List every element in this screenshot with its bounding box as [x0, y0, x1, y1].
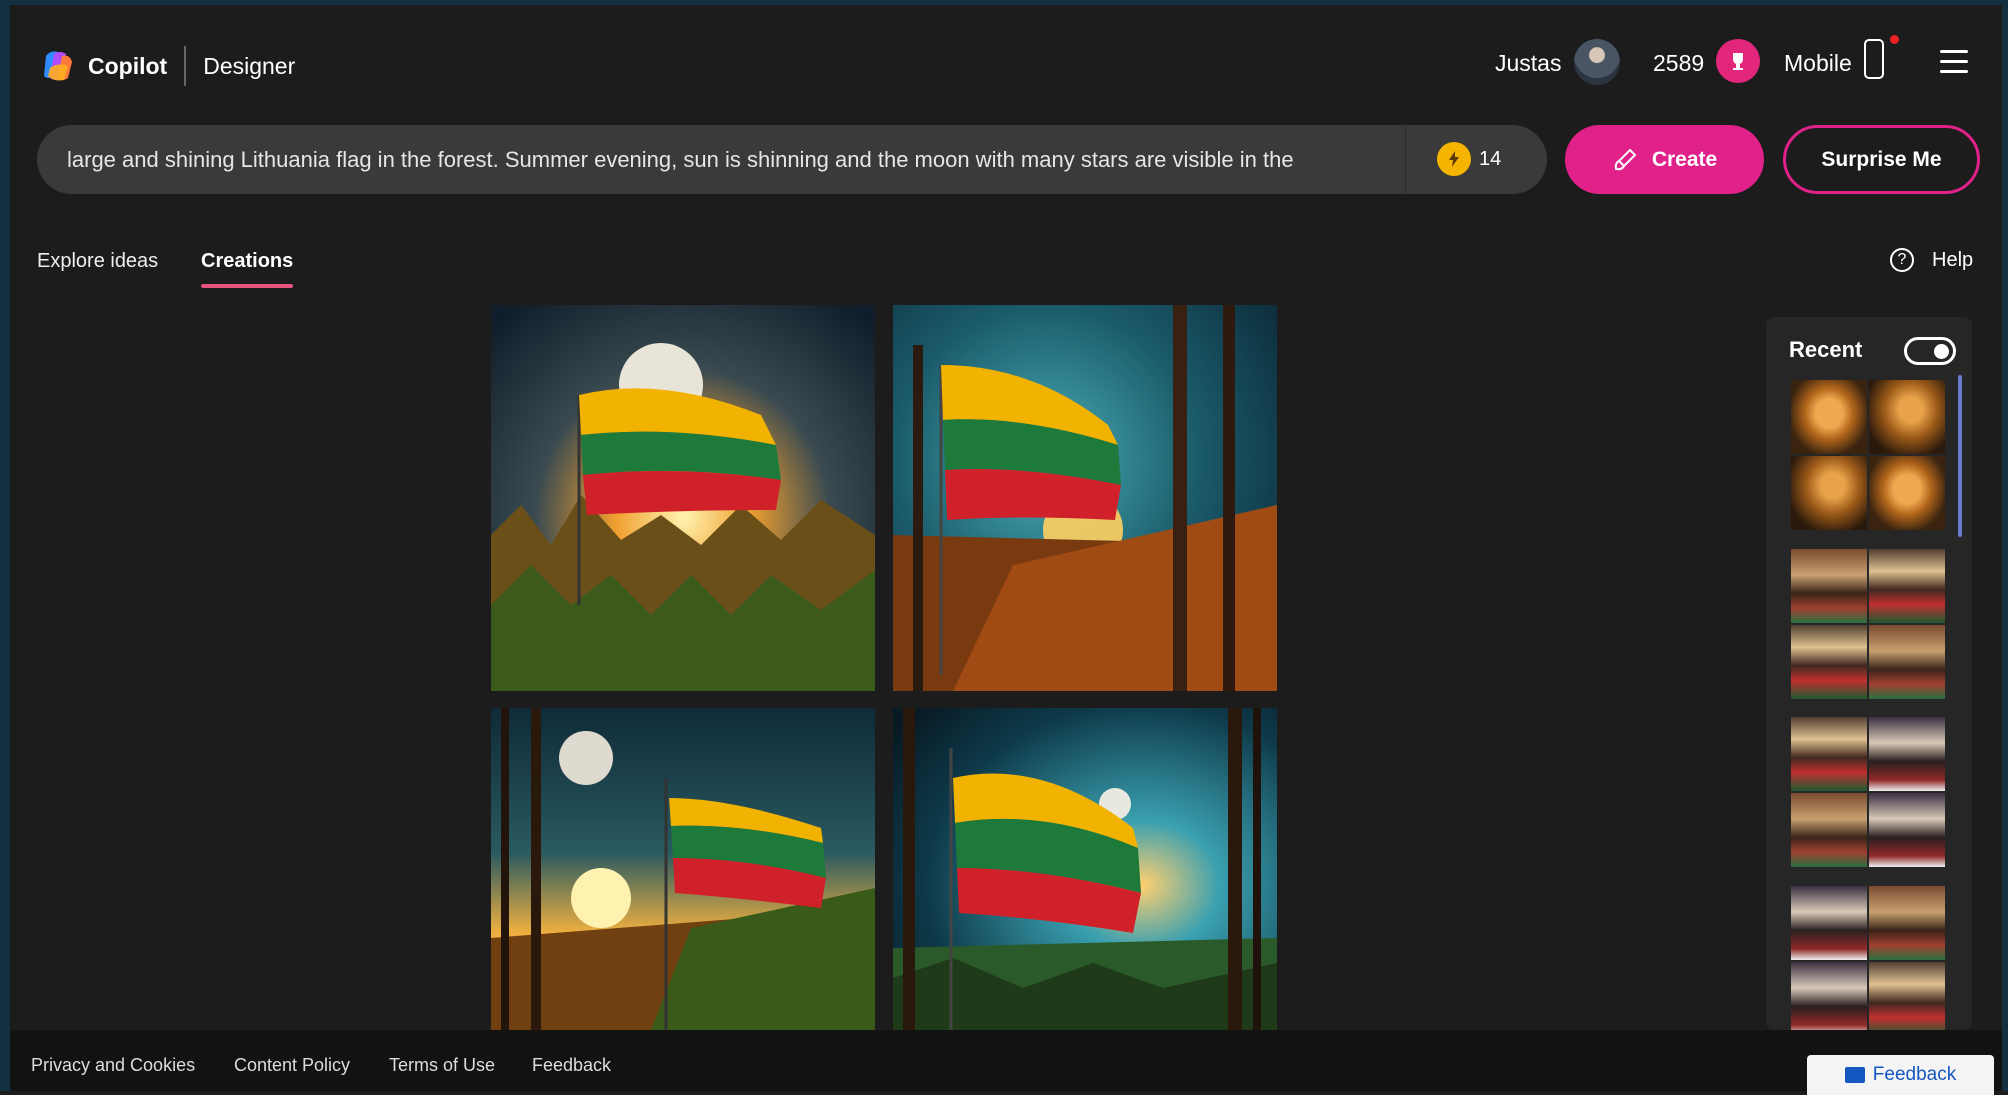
product-name: Designer [203, 52, 296, 79]
window-frame-top [0, 0, 2008, 5]
tab-explore-ideas[interactable]: Explore ideas [37, 250, 158, 273]
content-policy-link[interactable]: Content Policy [234, 1055, 350, 1076]
recent-creation-3[interactable] [1791, 717, 1945, 867]
feedback-button-label: Feedback [1872, 1064, 1957, 1085]
reward-points[interactable]: 2589 [1653, 50, 1704, 77]
window-frame-right [2002, 0, 2008, 1091]
help-link[interactable]: ? Help [1890, 248, 1973, 272]
recent-creation-2[interactable] [1791, 549, 1945, 699]
recent-thumbnail [1791, 962, 1867, 1030]
active-tab-indicator [201, 284, 293, 288]
recent-toggle[interactable] [1904, 337, 1956, 365]
feedback-button[interactable]: Feedback [1807, 1055, 1994, 1095]
recent-creation-1[interactable] [1791, 380, 1945, 530]
mobile-link[interactable]: Mobile [1784, 50, 1852, 77]
generated-image-1[interactable] [491, 305, 875, 691]
recent-thumbnail [1869, 625, 1945, 699]
avatar[interactable] [1574, 39, 1620, 85]
generated-image-4[interactable] [893, 708, 1277, 1030]
terms-link[interactable]: Terms of Use [389, 1055, 495, 1076]
window-frame-left [0, 0, 10, 1091]
recent-thumbnail [1869, 962, 1945, 1030]
help-label: Help [1932, 248, 1974, 271]
recent-thumbnail [1869, 886, 1945, 960]
reward-icon[interactable] [1716, 39, 1760, 83]
feedback-icon [1844, 1067, 1865, 1083]
notification-dot [1890, 35, 1899, 44]
boost-count: 14 [1479, 148, 1502, 170]
help-icon: ? [1890, 248, 1914, 272]
recent-thumbnail [1869, 456, 1945, 530]
brand-name: Copilot [88, 52, 168, 79]
prompt-input-box[interactable]: large and shining Lithuania flag in the … [37, 125, 1547, 194]
menu-icon[interactable] [1940, 50, 1968, 80]
surprise-label: Surprise Me [1821, 147, 1942, 171]
recent-thumbnail [1791, 549, 1867, 623]
prompt-input[interactable]: large and shining Lithuania flag in the … [67, 125, 1427, 194]
header-divider [184, 46, 187, 86]
recent-thumbnail [1869, 793, 1945, 867]
tab-creations[interactable]: Creations [201, 250, 293, 273]
create-label: Create [1651, 147, 1718, 171]
recent-thumbnail [1869, 549, 1945, 623]
create-brush-icon [1614, 148, 1637, 170]
feedback-link[interactable]: Feedback [532, 1055, 611, 1076]
recent-panel: Recent [1766, 317, 1972, 1030]
toggle-knob [1934, 344, 1949, 359]
surprise-me-button[interactable]: Surprise Me [1783, 125, 1980, 194]
privacy-link[interactable]: Privacy and Cookies [31, 1055, 195, 1076]
recent-thumbnail [1791, 380, 1867, 454]
generated-image-3[interactable] [491, 708, 875, 1030]
recent-title: Recent [1789, 337, 1863, 362]
logo-group[interactable]: Copilot Designer [40, 46, 295, 86]
recent-thumbnail [1791, 717, 1867, 791]
recent-thumbnail [1869, 717, 1945, 791]
trophy-icon [1733, 53, 1743, 70]
create-button[interactable]: Create [1565, 125, 1764, 194]
boost-icon[interactable] [1437, 142, 1471, 176]
recent-thumbnail [1791, 456, 1867, 530]
recent-scrollbar[interactable] [1958, 375, 1962, 537]
recent-thumbnail [1869, 380, 1945, 454]
generated-image-2[interactable] [893, 305, 1277, 691]
recent-creation-4[interactable] [1791, 886, 1945, 1030]
phone-icon[interactable] [1864, 39, 1884, 79]
copilot-logo-icon [44, 51, 72, 81]
prompt-separator [1405, 125, 1406, 194]
user-name[interactable]: Justas [1495, 50, 1561, 77]
footer: Privacy and Cookies Content Policy Terms… [10, 1030, 2002, 1095]
recent-thumbnail [1791, 793, 1867, 867]
recent-thumbnail [1791, 886, 1867, 960]
recent-thumbnail [1791, 625, 1867, 699]
